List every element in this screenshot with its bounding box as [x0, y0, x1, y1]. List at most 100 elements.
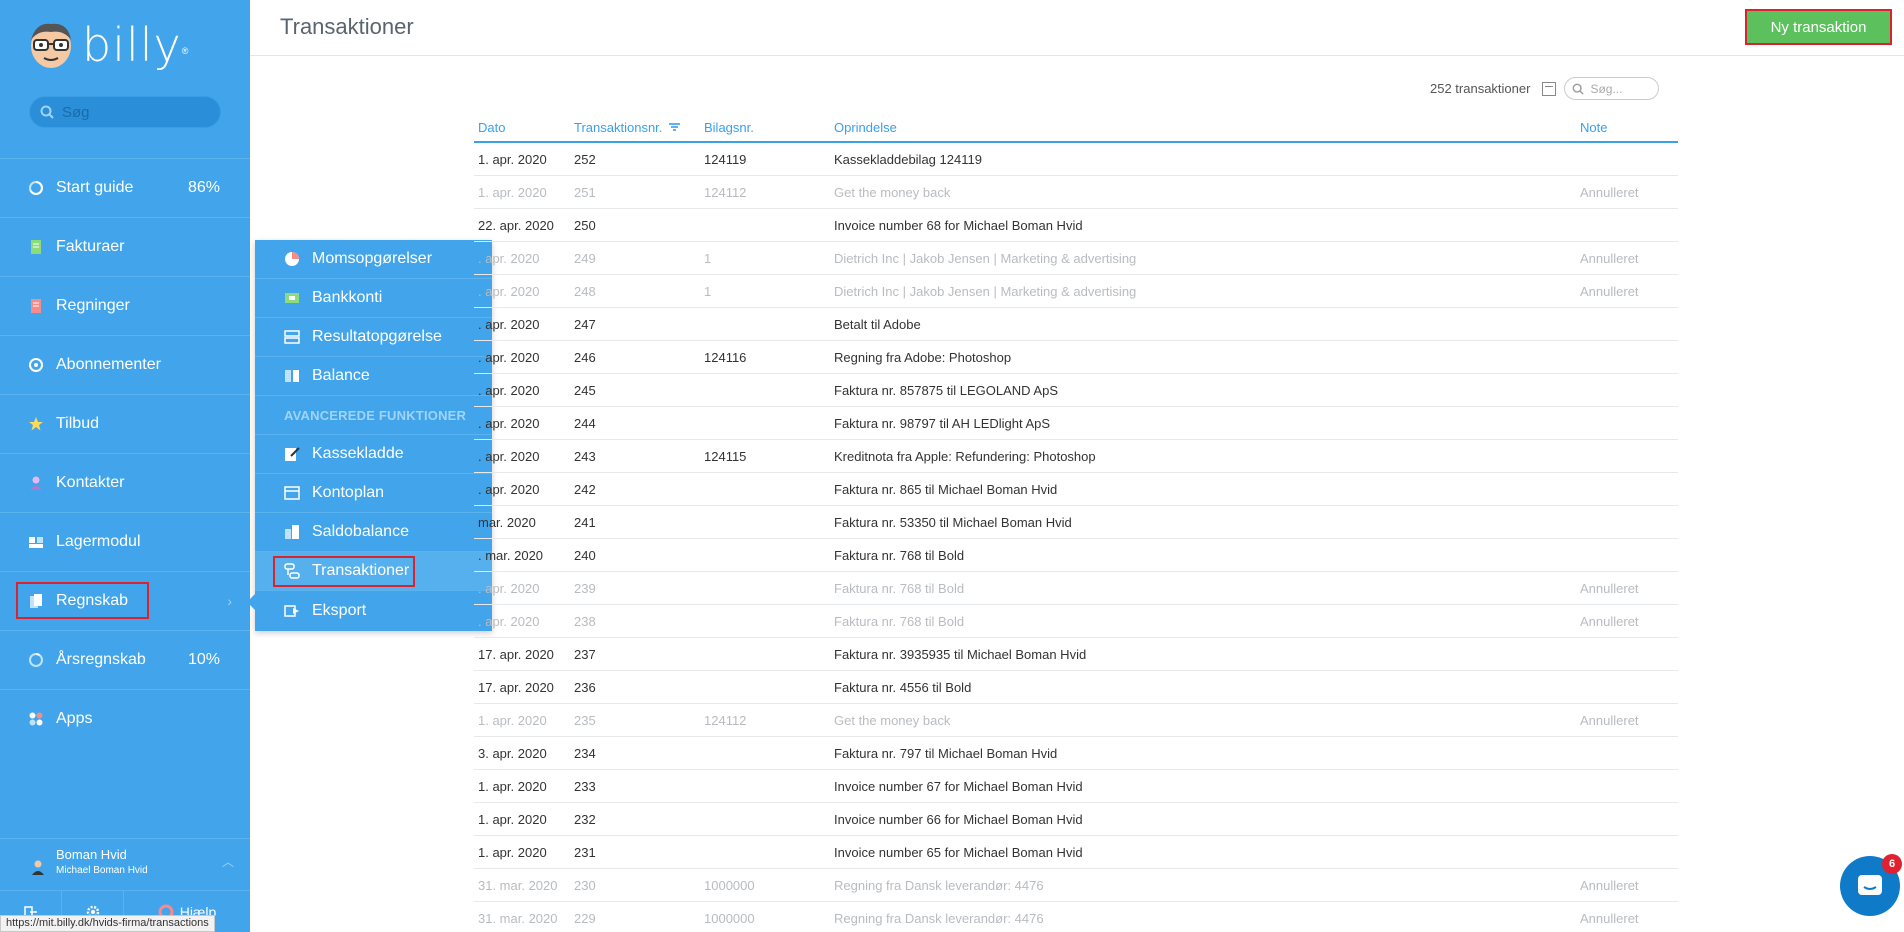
submenu-item-kassekladde[interactable]: Kassekladde — [255, 435, 492, 474]
table-row[interactable]: . apr. 2020 242 Faktura nr. 865 til Michae… — [474, 473, 1678, 506]
table-search[interactable] — [1564, 77, 1660, 100]
sidebar-search[interactable] — [29, 96, 221, 128]
column-header-oprindelse[interactable]: Oprindelse — [834, 120, 1580, 135]
submenu-item-label: Momsopgørelser — [312, 250, 433, 267]
sidebar-search-input[interactable] — [62, 103, 212, 121]
submenu-item-label: Bankkonti — [312, 289, 383, 306]
submenu-item-transaktioner[interactable]: Transaktioner — [255, 552, 492, 591]
browser-status-url: https://mit.billy.dk/hvids-firma/transac… — [0, 915, 215, 932]
sidebar-item-aarsregnskab[interactable]: Årsregnskab 10% — [0, 630, 250, 689]
table-row[interactable]: 1. apr. 2020 232 Invoice number 66 for Mic… — [474, 803, 1678, 836]
contact-icon — [30, 476, 42, 490]
progress-circle-icon — [29, 653, 43, 667]
cell-origin: Faktura nr. 797 til Michael Boman Hvid — [834, 745, 1058, 761]
cell-transaction-number: 244 — [574, 415, 596, 431]
table-row[interactable]: 31. mar. 2020 229 1000000 Regning fra Dansk… — [474, 902, 1678, 932]
cell-origin: Faktura nr. 768 til Bold — [834, 580, 965, 596]
table-row[interactable]: . apr. 2020 246 124116 Regning fra Adobe: P… — [474, 341, 1678, 374]
table-row[interactable]: 1. apr. 2020 235 124112 Get the money back A… — [474, 704, 1678, 737]
cell-date: . apr. 2020 — [478, 283, 540, 299]
submenu-item-kontoplan[interactable]: Kontoplan — [255, 474, 492, 513]
invoice-icon — [31, 240, 41, 254]
user-profile[interactable]: Boman Hvid Michael Boman Hvid ︿ — [0, 838, 250, 888]
pie-chart-icon — [285, 252, 299, 266]
cell-bilag-number: 1000000 — [704, 877, 755, 893]
billy-logo[interactable]: billy ® — [28, 18, 188, 72]
table-row[interactable]: . apr. 2020 244 Faktura nr. 98797 til AH L… — [474, 407, 1678, 440]
table-row[interactable]: 17. apr. 2020 236 Faktura nr. 4556 til Bol… — [474, 671, 1678, 704]
cell-transaction-number: 246 — [574, 349, 596, 365]
cell-origin: Regning fra Dansk leverandør: 4476 — [834, 910, 1044, 926]
table-row[interactable]: 22. apr. 2020 250 Invoice number 68 for Mi… — [474, 209, 1678, 242]
column-header-transaktionsnr[interactable]: Transaktionsnr. — [574, 120, 704, 135]
cell-date: mar. 2020 — [478, 514, 536, 530]
submenu-item-eksport[interactable]: Eksport — [255, 591, 492, 630]
column-header-note[interactable]: Note — [1580, 120, 1678, 135]
submenu-item-resultatopgoerelse[interactable]: Resultatopgørelse — [255, 318, 492, 357]
cell-date: 31. mar. 2020 — [478, 910, 558, 926]
aarsregnskab-progress: 10% — [187, 651, 220, 668]
table-row[interactable]: 31. mar. 2020 230 1000000 Regning fra Dansk… — [474, 869, 1678, 902]
table-row[interactable]: . apr. 2020 243 124115 Kreditnota fra Apple… — [474, 440, 1678, 473]
new-transaction-button[interactable]: Ny transaktion — [1745, 9, 1892, 45]
regnskab-highlight — [16, 582, 149, 619]
user-name: Boman Hvid — [56, 847, 127, 862]
sidebar-item-apps[interactable]: Apps — [0, 689, 250, 748]
cell-note: Annulleret — [1580, 712, 1639, 728]
submenu-item-saldobalance[interactable]: Saldobalance — [255, 513, 492, 552]
cell-date: . apr. 2020 — [478, 382, 540, 398]
progress-circle-icon — [29, 181, 43, 195]
sidebar-item-lagermodul[interactable]: Lagermodul — [0, 512, 250, 571]
table-row[interactable]: . mar. 2020 240 Faktura nr. 768 til Bold — [474, 539, 1678, 572]
sidebar: billy ® Start guide 86% Fakturaer Regnin… — [0, 0, 250, 932]
cell-date: . apr. 2020 — [478, 580, 540, 596]
logo-face-icon — [31, 23, 71, 68]
cell-transaction-number: 250 — [574, 217, 596, 233]
sidebar-item-fakturaer[interactable]: Fakturaer — [0, 217, 250, 276]
table-header: Dato Transaktionsnr. Bilagsnr. Oprindels… — [474, 114, 1678, 143]
cell-transaction-number: 249 — [574, 250, 596, 266]
calendar-filter-icon[interactable] — [1542, 81, 1557, 96]
table-search-input[interactable] — [1590, 81, 1651, 96]
table-row[interactable]: 17. apr. 2020 237 Faktura nr. 3935935 til … — [474, 638, 1678, 671]
submenu-item-bankkonti[interactable]: Bankkonti — [255, 279, 492, 318]
table-row[interactable]: . apr. 2020 245 Faktura nr. 857875 til LEG… — [474, 374, 1678, 407]
cell-note: Annulleret — [1580, 184, 1639, 200]
table-row[interactable]: . apr. 2020 248 1 Dietrich Inc | Jakob Jens… — [474, 275, 1678, 308]
table-row[interactable]: mar. 2020 241 Faktura nr. 53350 til Michae… — [474, 506, 1678, 539]
submenu-item-momsopgoerelser[interactable]: Momsopgørelser — [255, 240, 492, 279]
sidebar-item-start-guide[interactable]: Start guide 86% — [0, 158, 250, 217]
edit-icon — [285, 447, 300, 461]
cell-transaction-number: 236 — [574, 679, 596, 695]
cell-date: 22. apr. 2020 — [478, 217, 554, 233]
sidebar-item-regninger[interactable]: Regninger — [0, 276, 250, 335]
submenu-item-balance[interactable]: Balance — [255, 357, 492, 396]
bank-icon — [285, 293, 299, 303]
star-badge-icon — [29, 417, 43, 431]
sidebar-item-kontakter[interactable]: Kontakter — [0, 453, 250, 512]
advanced-section-heading: AVANCEREDE FUNKTIONER — [255, 396, 492, 435]
column-header-bilagsnr[interactable]: Bilagsnr. — [704, 120, 834, 135]
table-row[interactable]: . apr. 2020 247 Betalt til Adobe — [474, 308, 1678, 341]
cell-transaction-number: 230 — [574, 877, 596, 893]
sidebar-item-label: Regninger — [56, 297, 130, 314]
sidebar-item-label: Abonnementer — [56, 356, 161, 373]
inventory-icon — [29, 537, 43, 548]
sidebar-item-tilbud[interactable]: Tilbud — [0, 394, 250, 453]
table-row[interactable]: 1. apr. 2020 231 Invoice number 65 for Mic… — [474, 836, 1678, 869]
cell-date: . mar. 2020 — [478, 547, 544, 563]
cell-transaction-number: 229 — [574, 910, 596, 926]
table-row[interactable]: . apr. 2020 239 Faktura nr. 768 til Bold An… — [474, 572, 1678, 605]
table-row[interactable]: 3. apr. 2020 234 Faktura nr. 797 til Micha… — [474, 737, 1678, 770]
table-row[interactable]: . apr. 2020 249 1 Dietrich Inc | Jakob Jens… — [474, 242, 1678, 275]
table-row[interactable]: 1. apr. 2020 252 124119 Kassekladdebilag 12… — [474, 143, 1678, 176]
table-row[interactable]: 1. apr. 2020 233 Invoice number 67 for Mic… — [474, 770, 1678, 803]
cell-date: . apr. 2020 — [478, 448, 540, 464]
cell-note: Annulleret — [1580, 580, 1639, 596]
table-row[interactable]: 1. apr. 2020 251 124112 Get the money back A… — [474, 176, 1678, 209]
transaction-count: 252 transaktioner — [1430, 81, 1531, 96]
sidebar-item-abonnementer[interactable]: Abonnementer — [0, 335, 250, 394]
column-header-dato[interactable]: Dato — [474, 120, 574, 135]
sidebar-nav: Start guide 86% Fakturaer Regninger Abon… — [0, 158, 250, 748]
table-row[interactable]: . apr. 2020 238 Faktura nr. 768 til Bold An… — [474, 605, 1678, 638]
